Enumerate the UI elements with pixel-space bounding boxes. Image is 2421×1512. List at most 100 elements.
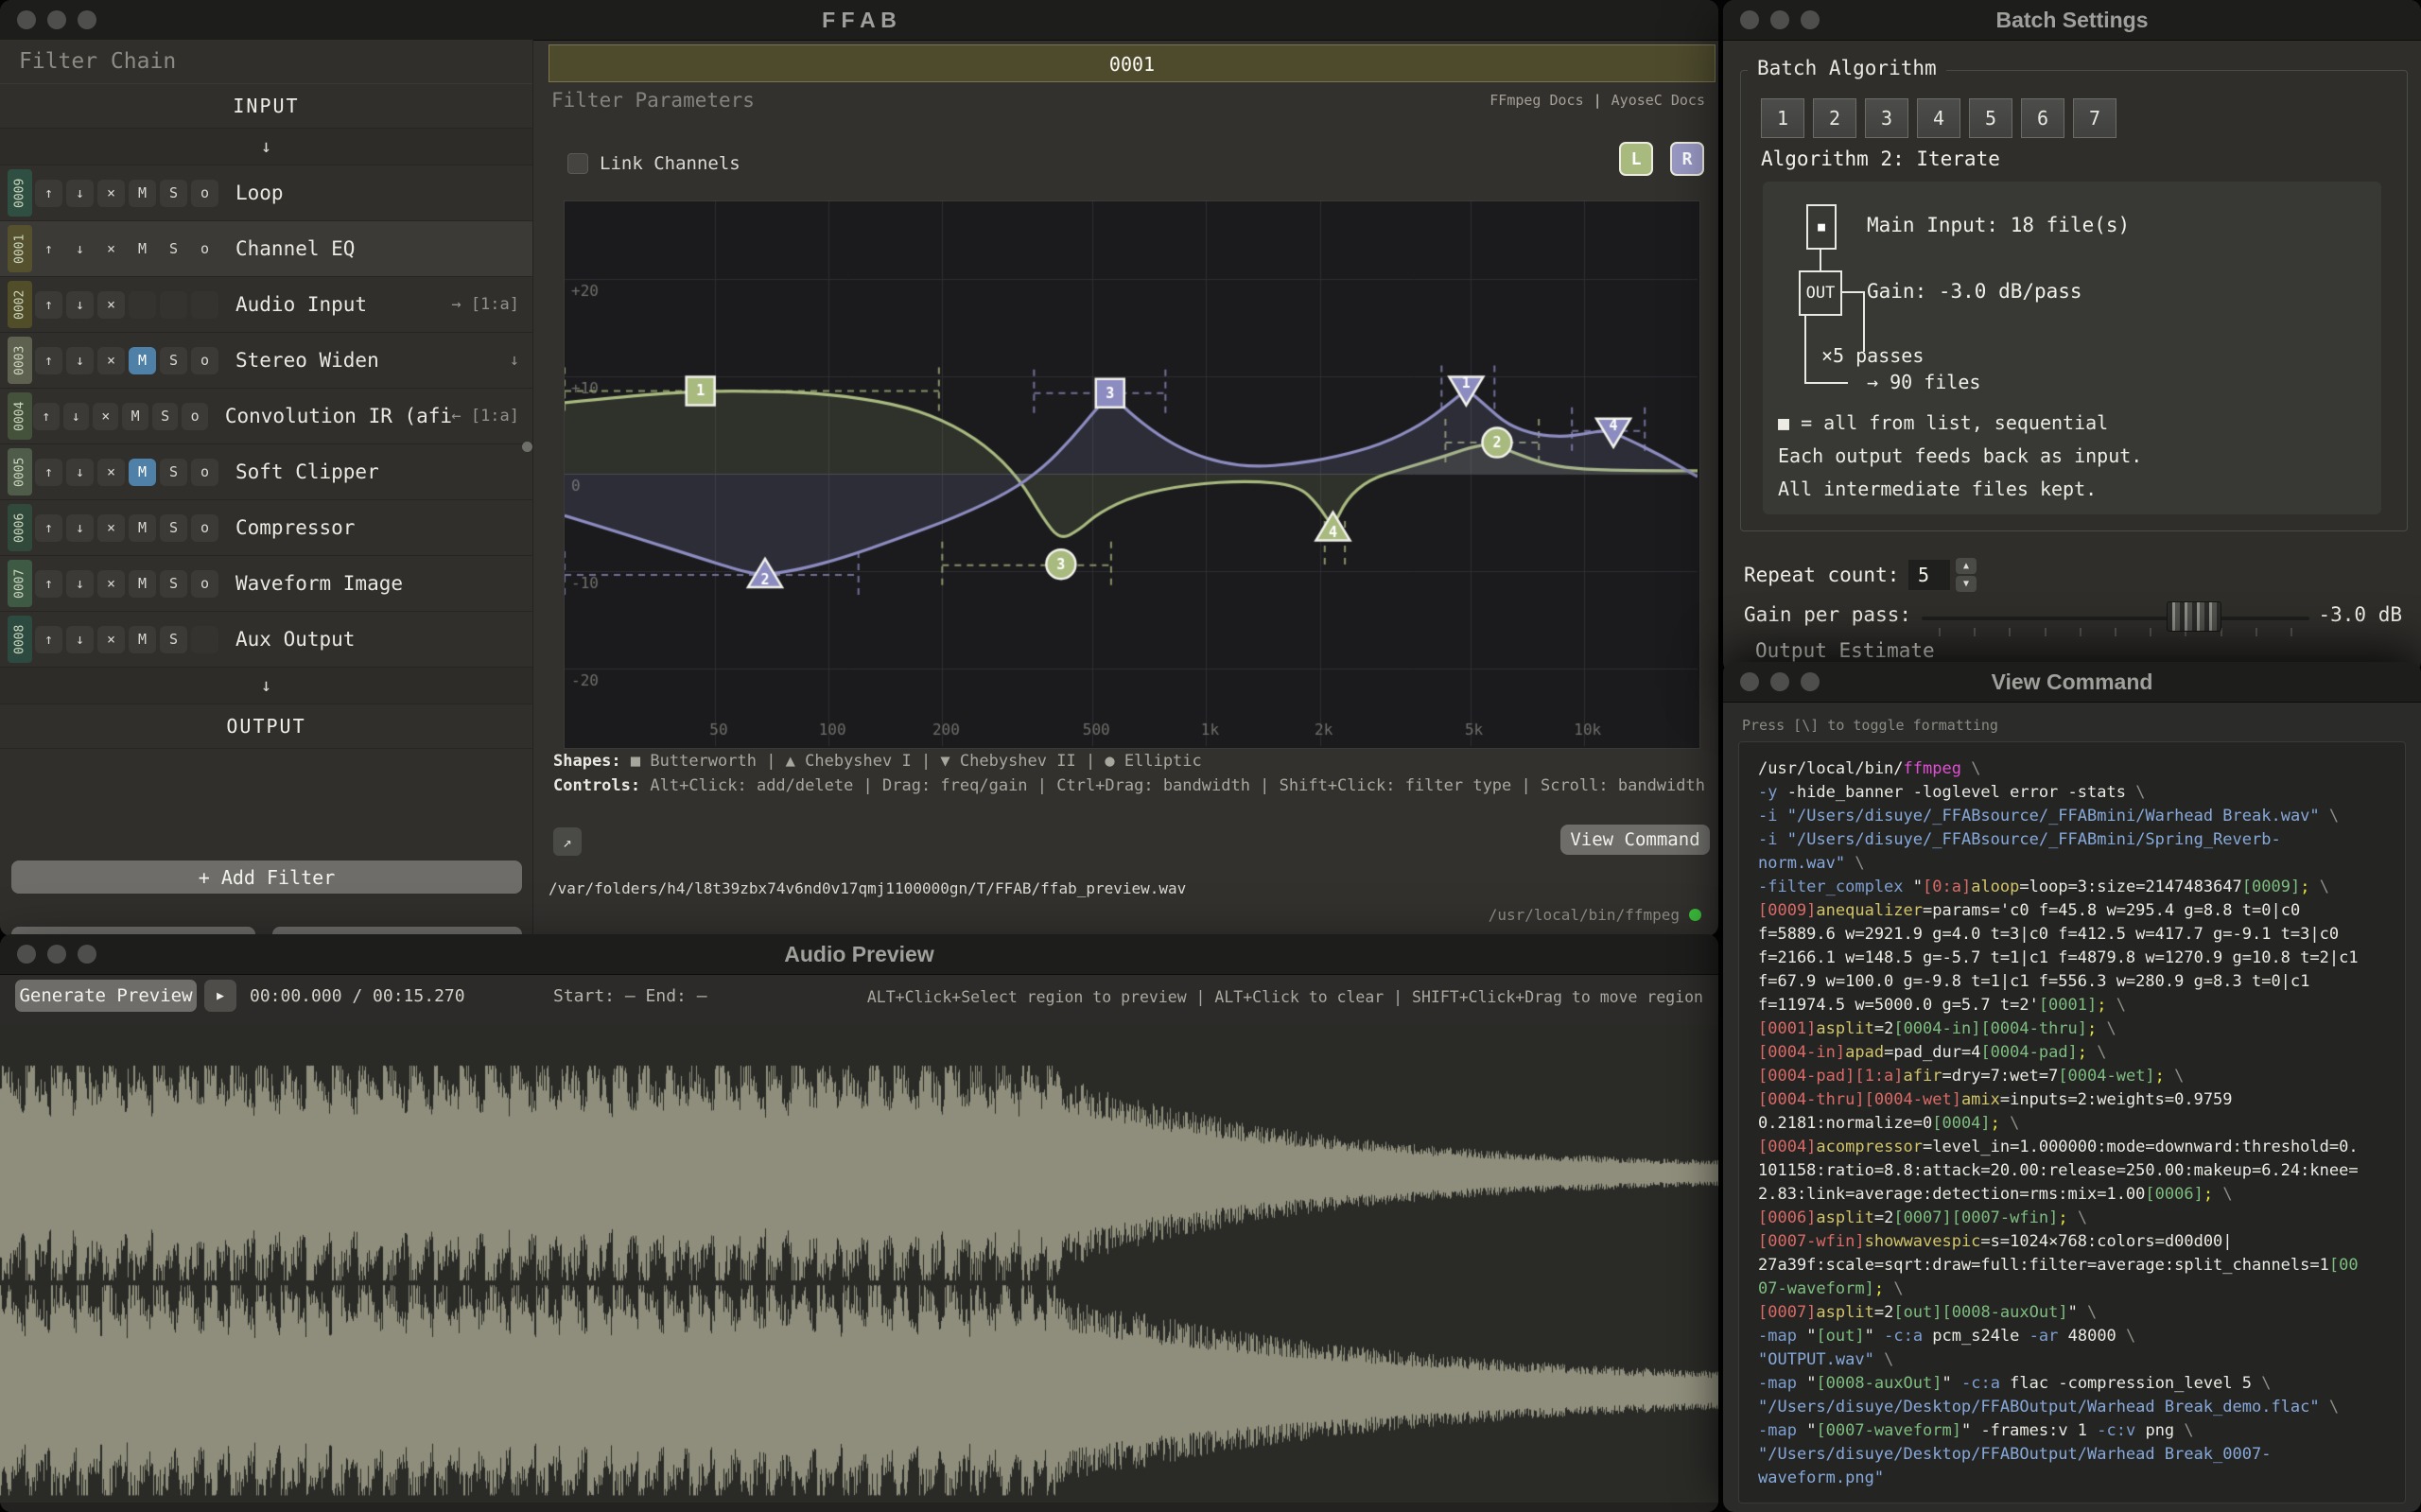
add-filter-button[interactable]: + Add Filter xyxy=(11,860,522,894)
move-down-button[interactable]: ↓ xyxy=(66,180,94,207)
filter-row-0009[interactable]: 0009↑↓×MSoLoop xyxy=(0,165,532,221)
move-down-button[interactable]: ↓ xyxy=(66,514,94,542)
bypass-button[interactable]: o xyxy=(191,180,218,207)
algorithm-button-5[interactable]: 5 xyxy=(1969,98,2012,138)
move-down-button[interactable]: ↓ xyxy=(66,570,94,598)
bypass-button[interactable]: o xyxy=(182,403,207,430)
algorithm-button-1[interactable]: 1 xyxy=(1761,98,1804,138)
mute-button[interactable]: M xyxy=(129,180,156,207)
link-channels-checkbox[interactable] xyxy=(567,153,588,174)
algorithm-button-6[interactable]: 6 xyxy=(2021,98,2064,138)
audio-preview-window: Audio Preview Generate Preview ▶ 00:00.0… xyxy=(0,934,1718,1512)
solo-button[interactable]: S xyxy=(160,626,187,653)
slider-tick xyxy=(1974,628,1976,636)
solo-button[interactable]: S xyxy=(160,570,187,598)
mute-button[interactable]: M xyxy=(129,514,156,542)
solo-button[interactable]: S xyxy=(160,180,187,207)
move-down-button[interactable]: ↓ xyxy=(66,291,94,319)
main-window: F F A B Filter Chain INPUT ↓ 0009↑↓×MSoL… xyxy=(0,0,1718,936)
filter-row-0002[interactable]: 0002↑↓×Audio Input→ [1:a] xyxy=(0,277,532,333)
view-command-button[interactable]: View Command xyxy=(1560,825,1710,855)
filter-row-0003[interactable]: 0003↑↓×MSoStereo Widen↓ xyxy=(0,333,532,389)
play-button[interactable]: ▶ xyxy=(204,980,236,1012)
solo-button[interactable]: S xyxy=(160,235,187,263)
waveform-canvas[interactable] xyxy=(0,1025,1718,1503)
ffmpeg-docs-link[interactable]: FFmpeg Docs xyxy=(1489,92,1583,109)
delete-button[interactable]: × xyxy=(97,626,125,653)
waveform-display[interactable] xyxy=(0,1025,1718,1503)
command-line: 2.83:link=average:detection=rms:mix=1.00… xyxy=(1758,1183,2386,1207)
left-channel-button[interactable]: L xyxy=(1619,142,1653,176)
stepper-down-icon[interactable]: ▼ xyxy=(1956,576,1977,592)
diagram-connector xyxy=(1842,291,1865,293)
bypass-button[interactable]: o xyxy=(191,235,218,263)
delete-button[interactable]: × xyxy=(97,180,125,207)
ayosec-docs-link[interactable]: AyoseC Docs xyxy=(1611,92,1705,109)
move-down-button[interactable]: ↓ xyxy=(66,347,94,374)
algorithm-button-7[interactable]: 7 xyxy=(2073,98,2116,138)
expand-icon[interactable]: ↗ xyxy=(553,827,582,856)
delete-button[interactable]: × xyxy=(97,347,125,374)
main-titlebar[interactable]: F F A B xyxy=(0,0,1718,41)
mute-button[interactable]: M xyxy=(129,570,156,598)
eq-graph[interactable] xyxy=(564,200,1700,749)
move-down-button[interactable]: ↓ xyxy=(66,626,94,653)
eq-canvas[interactable] xyxy=(565,201,1698,746)
gain-slider-thumb[interactable] xyxy=(2167,601,2221,632)
command-line: f=2166.1 w=148.5 g=-5.7 t=1|c1 f=4879.8 … xyxy=(1758,947,2386,970)
mute-button[interactable]: M xyxy=(129,626,156,653)
move-up-button[interactable]: ↑ xyxy=(35,570,62,598)
delete-button[interactable]: × xyxy=(97,570,125,598)
filter-row-0005[interactable]: 0005↑↓×MSoSoft Clipper xyxy=(0,444,532,500)
move-up-button[interactable]: ↑ xyxy=(33,403,59,430)
solo-button[interactable]: S xyxy=(160,459,187,486)
filter-row-0007[interactable]: 0007↑↓×MSoWaveform Image xyxy=(0,556,532,612)
move-down-button[interactable]: ↓ xyxy=(63,403,89,430)
repeat-count-input[interactable]: 5 xyxy=(1908,560,1950,590)
bypass-button[interactable]: o xyxy=(191,570,218,598)
solo-button[interactable]: S xyxy=(160,347,187,374)
move-up-button[interactable]: ↑ xyxy=(35,180,62,207)
move-down-button[interactable]: ↓ xyxy=(66,459,94,486)
solo-button[interactable]: S xyxy=(152,403,178,430)
mute-button[interactable]: M xyxy=(129,347,156,374)
command-line: [0007-wfin]showwavespic=s=1024×768:color… xyxy=(1758,1230,2386,1254)
batch-titlebar[interactable]: Batch Settings xyxy=(1723,0,2421,41)
view-command-window: View Command Press [\] to toggle formatt… xyxy=(1723,662,2421,1512)
pane-splitter-handle[interactable] xyxy=(522,442,532,452)
delete-button[interactable]: × xyxy=(97,291,125,319)
filter-row-0001[interactable]: 0001↑↓×MSoChannel EQ xyxy=(0,221,532,277)
filter-row-0008[interactable]: 0008↑↓×MSAux Output xyxy=(0,612,532,668)
delete-button[interactable]: × xyxy=(97,459,125,486)
filter-row-0004[interactable]: 0004↑↓×MSoConvolution IR (afir← [1:a] xyxy=(0,389,532,444)
algorithm-button-3[interactable]: 3 xyxy=(1865,98,1908,138)
preview-titlebar[interactable]: Audio Preview xyxy=(0,934,1718,975)
move-up-button[interactable]: ↑ xyxy=(35,626,62,653)
command-titlebar[interactable]: View Command xyxy=(1723,662,2421,703)
delete-button[interactable]: × xyxy=(97,235,125,263)
filter-tag: 0002 xyxy=(8,281,32,328)
gain-slider-track[interactable] xyxy=(1922,617,2309,620)
stepper-up-icon[interactable]: ▲ xyxy=(1956,558,1977,574)
move-up-button[interactable]: ↑ xyxy=(35,291,62,319)
bypass-button[interactable]: o xyxy=(191,347,218,374)
generate-preview-button[interactable]: Generate Preview xyxy=(15,980,197,1012)
move-up-button[interactable]: ↑ xyxy=(35,459,62,486)
filter-row-0006[interactable]: 0006↑↓×MSoCompressor xyxy=(0,500,532,556)
bypass-button[interactable]: o xyxy=(191,514,218,542)
mute-button[interactable]: M xyxy=(129,459,156,486)
bypass-button[interactable]: o xyxy=(191,459,218,486)
mute-button[interactable]: M xyxy=(122,403,148,430)
move-up-button[interactable]: ↑ xyxy=(35,347,62,374)
mute-button[interactable]: M xyxy=(129,235,156,263)
solo-button[interactable]: S xyxy=(160,514,187,542)
move-up-button[interactable]: ↑ xyxy=(35,514,62,542)
move-down-button[interactable]: ↓ xyxy=(66,235,94,263)
delete-button[interactable]: × xyxy=(97,514,125,542)
algorithm-button-2[interactable]: 2 xyxy=(1813,98,1856,138)
right-channel-button[interactable]: R xyxy=(1670,142,1704,176)
algorithm-button-4[interactable]: 4 xyxy=(1917,98,1960,138)
command-line: [0004]acompressor=level_in=1.000000:mode… xyxy=(1758,1136,2386,1159)
move-up-button[interactable]: ↑ xyxy=(35,235,62,263)
delete-button[interactable]: × xyxy=(93,403,118,430)
